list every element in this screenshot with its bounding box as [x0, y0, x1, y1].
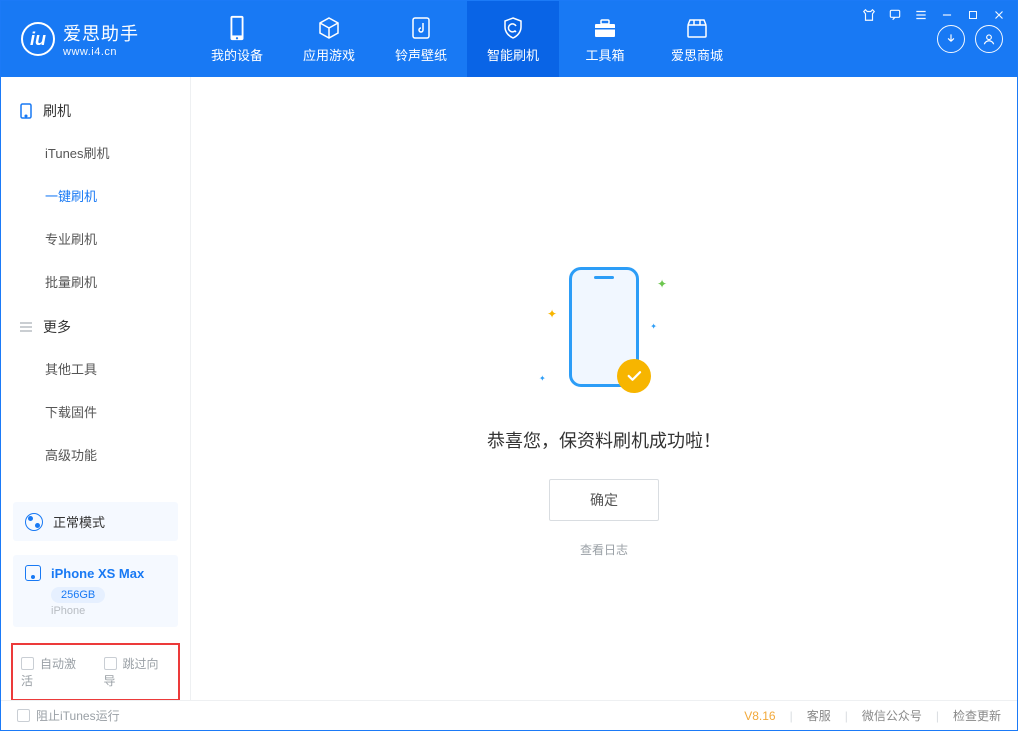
device-icon [224, 15, 250, 41]
sidebar-item-other-tools[interactable]: 其他工具 [1, 347, 190, 390]
body: 刷机 iTunes刷机 一键刷机 专业刷机 批量刷机 更多 其他工具 下载固件 … [1, 77, 1017, 701]
success-illustration: ✦ ✦ ✦ ✦ [529, 267, 679, 407]
sidebar-item-itunes-flash[interactable]: iTunes刷机 [1, 131, 190, 174]
music-file-icon [408, 15, 434, 41]
checkbox-auto-activate[interactable]: 自动激活 [21, 655, 88, 689]
sparkle-icon: ✦ [547, 307, 557, 321]
app-name: 爱思助手 [63, 20, 139, 46]
tab-smart-flash[interactable]: 智能刷机 [467, 1, 559, 77]
footer-wechat-link[interactable]: 微信公众号 [862, 707, 922, 724]
device-card[interactable]: iPhone XS Max 256GB iPhone [13, 555, 178, 627]
device-icon-small [25, 565, 41, 581]
footer: 阻止iTunes运行 V8.16 | 客服 | 微信公众号 | 检查更新 [1, 700, 1017, 730]
list-icon [19, 320, 33, 334]
skin-icon[interactable] [861, 7, 877, 23]
version-label: V8.16 [744, 709, 775, 723]
feedback-icon[interactable] [887, 7, 903, 23]
device-capacity: 256GB [51, 587, 105, 603]
flash-options-highlight: 自动激活 跳过向导 [11, 643, 180, 701]
tab-toolbox[interactable]: 工具箱 [559, 1, 651, 77]
logo-text: 爱思助手 www.i4.cn [63, 20, 139, 58]
shield-refresh-icon [500, 15, 526, 41]
success-panel: ✦ ✦ ✦ ✦ 恭喜您，保资料刷机成功啦！ 确定 查看日志 [191, 267, 1017, 558]
tab-store[interactable]: 爱思商城 [651, 1, 743, 77]
checkbox-skip-guide[interactable]: 跳过向导 [104, 655, 171, 689]
phone-outline-icon [19, 104, 33, 118]
tab-ringtone-wallpaper[interactable]: 铃声壁纸 [375, 1, 467, 77]
account-button[interactable] [975, 25, 1003, 53]
success-message: 恭喜您，保资料刷机成功啦！ [191, 427, 1017, 453]
store-icon [684, 15, 710, 41]
sidebar: 刷机 iTunes刷机 一键刷机 专业刷机 批量刷机 更多 其他工具 下载固件 … [1, 77, 191, 701]
app-url: www.i4.cn [63, 46, 139, 58]
sidebar-group-flash: 刷机 [1, 87, 190, 131]
mode-icon [25, 513, 43, 531]
sparkle-icon: ✦ [539, 374, 546, 383]
checkbox-block-itunes[interactable]: 阻止iTunes运行 [17, 707, 120, 724]
footer-support-link[interactable]: 客服 [807, 707, 831, 724]
download-manager-button[interactable] [937, 25, 965, 53]
mode-label: 正常模式 [53, 512, 105, 531]
tab-my-device[interactable]: 我的设备 [191, 1, 283, 77]
sidebar-item-advanced[interactable]: 高级功能 [1, 433, 190, 476]
tab-apps-games[interactable]: 应用游戏 [283, 1, 375, 77]
device-name: iPhone XS Max [51, 566, 144, 581]
view-log-link[interactable]: 查看日志 [191, 541, 1017, 558]
sparkle-icon: ✦ [650, 322, 657, 331]
sidebar-group-more: 更多 [1, 303, 190, 347]
sidebar-item-batch-flash[interactable]: 批量刷机 [1, 260, 190, 303]
confirm-button[interactable]: 确定 [549, 479, 659, 521]
cube-icon [316, 15, 342, 41]
sidebar-item-download-firmware[interactable]: 下载固件 [1, 390, 190, 433]
device-type: iPhone [51, 605, 166, 617]
sidebar-item-oneclick-flash[interactable]: 一键刷机 [1, 174, 190, 217]
logo[interactable]: iu 爱思助手 www.i4.cn [1, 1, 191, 77]
footer-update-link[interactable]: 检查更新 [953, 707, 1001, 724]
minimize-button[interactable] [939, 7, 955, 23]
toolbox-icon [592, 15, 618, 41]
close-button[interactable] [991, 7, 1007, 23]
top-tabs: 我的设备 应用游戏 铃声壁纸 智能刷机 工具箱 爱思商城 [191, 1, 923, 77]
maximize-button[interactable] [965, 7, 981, 23]
sidebar-item-pro-flash[interactable]: 专业刷机 [1, 217, 190, 260]
main-content: ✦ ✦ ✦ ✦ 恭喜您，保资料刷机成功啦！ 确定 查看日志 [191, 77, 1017, 701]
sparkle-icon: ✦ [657, 277, 667, 291]
menu-icon[interactable] [913, 7, 929, 23]
mode-status[interactable]: 正常模式 [13, 502, 178, 541]
logo-badge-icon: iu [21, 22, 55, 56]
window-controls [861, 7, 1007, 23]
checkmark-badge-icon [617, 359, 651, 393]
